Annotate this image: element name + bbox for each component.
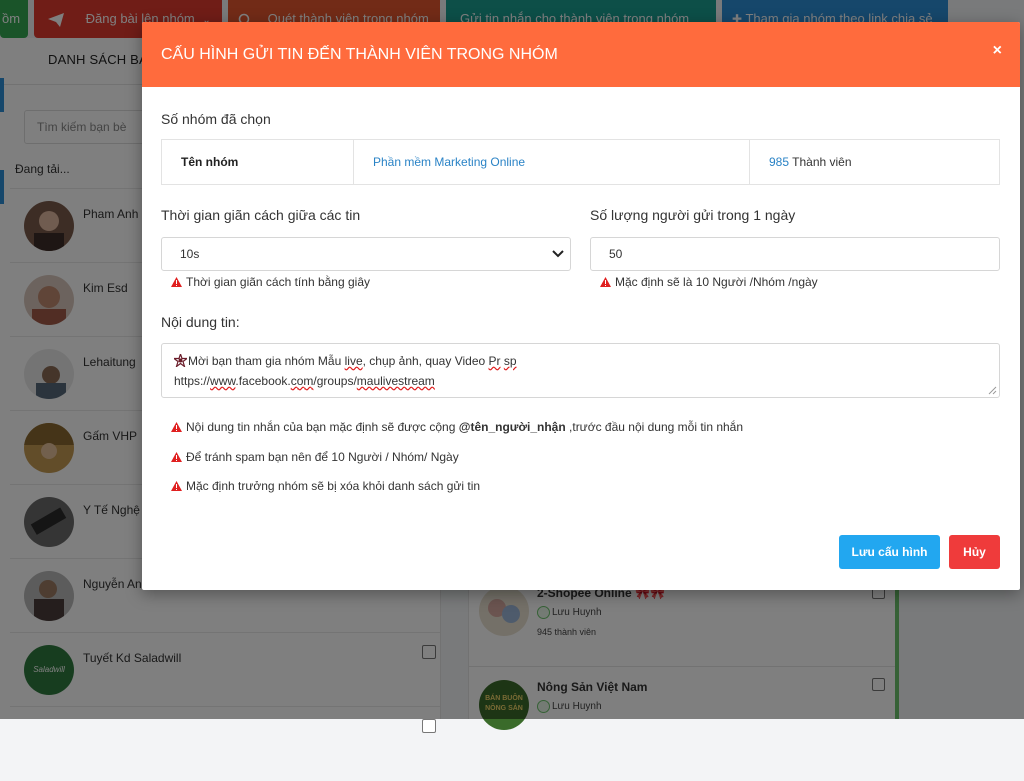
message-text: /groups/ [313,374,357,388]
selected-group-members: 985 Thành viên [750,140,1000,184]
friend-checkbox[interactable] [422,719,436,733]
note-text: Để tránh spam bạn nên để 10 Người / Nhóm… [186,450,459,464]
note-text: Mặc định trưởng nhóm sẽ bị xóa khỏi danh… [186,479,481,493]
note-recipient-prefix: Nội dung tin nhắn của bạn mặc định sẽ đư… [171,420,743,434]
interval-hint: Thời gian giãn cách tính bằng giây [171,275,370,289]
message-text: https:// [174,374,211,388]
daily-limit-hint-text: Mặc định sẽ là 10 Người /Nhóm /ngày [615,275,818,289]
note-spam: Để tránh spam bạn nên để 10 Người / Nhóm… [171,450,459,464]
message-text: .facebook. [235,374,291,388]
message-line-1: Mời bạn tham gia nhóm Mẫu live, chụp ảnh… [172,351,987,371]
message-text: live [344,354,363,368]
warning-icon [171,422,182,432]
message-text: sp [503,354,517,368]
warning-icon [171,481,182,491]
message-text: com [290,374,314,388]
config-modal: CẤU HÌNH GỬI TIN ĐẾN THÀNH VIÊN TRONG NH… [142,22,1020,590]
message-text: Mời bạn tham gia nhóm Mẫu [188,354,345,368]
selected-groups-label: Số nhóm đã chọn [161,111,271,127]
message-text: , chụp ảnh, quay Video [362,354,489,368]
note-bold-text: @tên_người_nhận [458,420,566,434]
resize-handle-icon[interactable] [988,386,997,395]
cancel-button[interactable]: Hủy [949,535,1000,569]
member-count: 985 [769,155,790,169]
warning-icon [600,277,611,287]
message-content-textarea[interactable]: Mời bạn tham gia nhóm Mẫu live, chụp ảnh… [161,343,1000,398]
save-config-button[interactable]: Lưu cấu hình [839,535,940,569]
modal-header: CẤU HÌNH GỬI TIN ĐẾN THÀNH VIÊN TRONG NH… [142,22,1020,87]
content-label: Nội dung tin: [161,314,240,330]
star-emoji-icon [172,352,189,369]
daily-limit-hint: Mặc định sẽ là 10 Người /Nhóm /ngày [600,275,818,289]
interval-select[interactable]: 10s [161,237,571,271]
interval-hint-text: Thời gian giãn cách tính bằng giây [186,275,370,289]
table-header-group-name: Tên nhóm [162,140,354,184]
chevron-down-icon [552,250,564,258]
interval-value: 10s [180,247,200,261]
warning-icon [171,277,182,287]
note-admin-removed: Mặc định trưởng nhóm sẽ bị xóa khỏi danh… [171,479,480,493]
note-text: Nội dung tin nhắn của bạn mặc định sẽ đư… [186,420,459,434]
message-text: maulivestream [356,374,435,388]
selected-group-name: Phần mềm Marketing Online [354,140,750,184]
message-text: www [210,374,236,388]
daily-limit-label: Số lượng người gửi trong 1 ngày [590,207,796,223]
message-text: Pr [488,354,501,368]
warning-icon [171,452,182,462]
message-line-2: https://www.facebook.com/groups/maulives… [174,371,987,391]
daily-limit-input[interactable]: 50 [590,237,1000,271]
close-icon[interactable]: × [993,42,1002,60]
modal-title: CẤU HÌNH GỬI TIN ĐẾN THÀNH VIÊN TRONG NH… [161,46,558,63]
selected-groups-table: Tên nhóm Phần mềm Marketing Online 985 T… [161,139,1000,185]
daily-limit-value: 50 [609,247,623,261]
note-text: ,trước đầu nội dung mỗi tin nhắn [565,420,744,434]
interval-label: Thời gian giãn cách giữa các tin [161,207,361,223]
member-suffix: Thành viên [792,155,852,169]
